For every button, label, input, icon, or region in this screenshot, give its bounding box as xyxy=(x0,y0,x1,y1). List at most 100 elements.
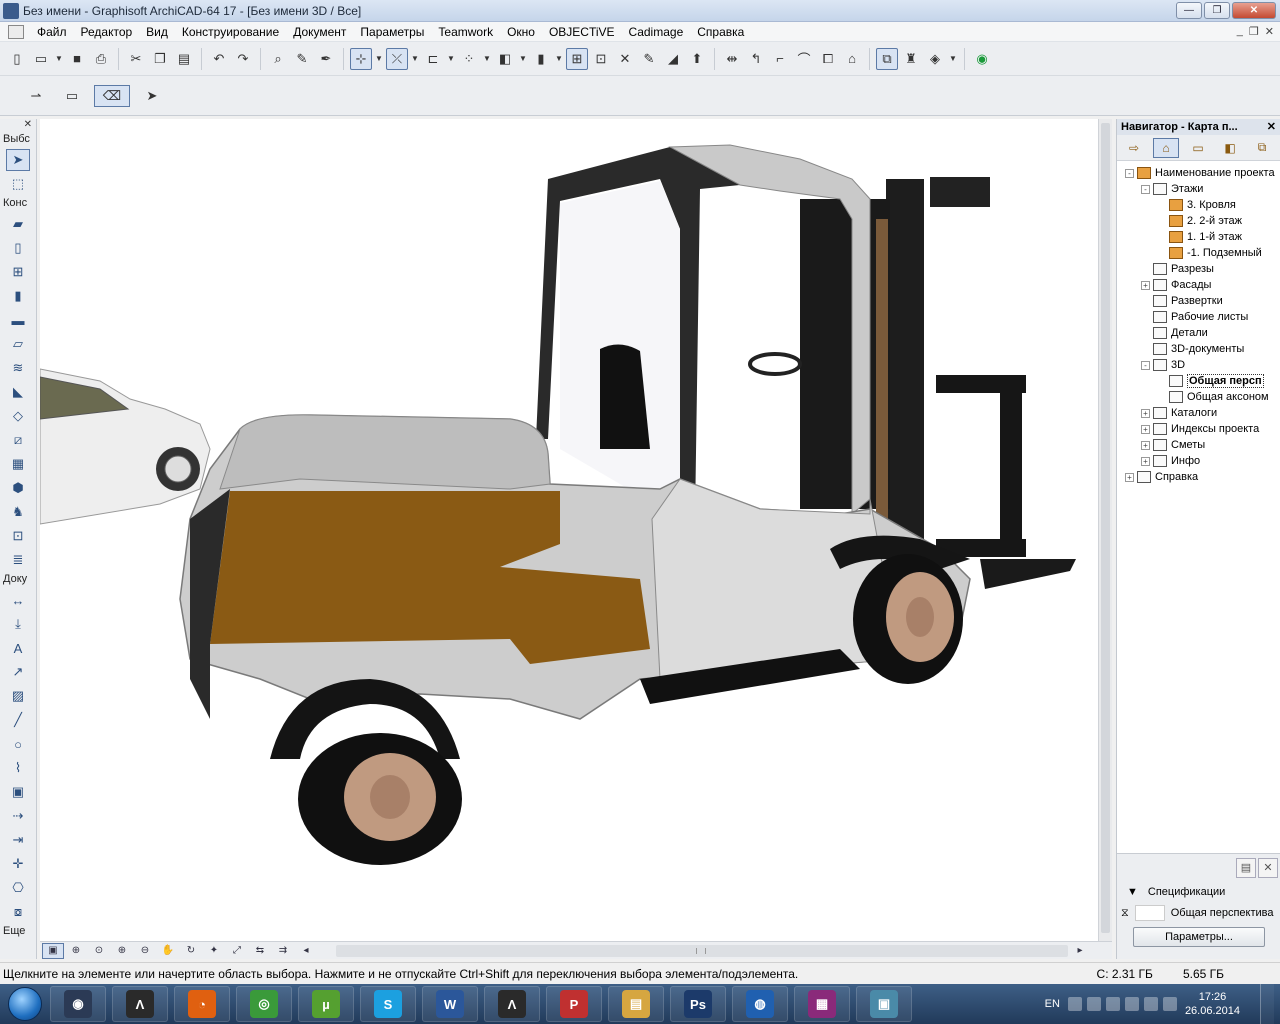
save-icon[interactable]: ■ xyxy=(66,48,88,70)
slab-tool-icon[interactable]: ▱ xyxy=(6,333,30,355)
expand-icon[interactable]: + xyxy=(1141,424,1150,434)
menu-teamwork[interactable]: Teamwork xyxy=(431,22,500,42)
trace-icon[interactable]: ⊞ xyxy=(566,47,588,70)
drawing-icon[interactable]: ✎ xyxy=(638,48,660,70)
taskbar-app-archicad-2[interactable]: Λ xyxy=(484,986,540,1022)
label-tool-icon[interactable]: ↗ xyxy=(6,661,30,683)
column-tool-icon[interactable]: ▮ xyxy=(6,285,30,307)
render-icon[interactable]: ◈ xyxy=(924,48,946,70)
tree-item[interactable]: + Индексы проекта xyxy=(1117,421,1280,437)
language-indicator[interactable]: EN xyxy=(1045,998,1060,1010)
start-button[interactable] xyxy=(0,984,50,1024)
project-map-tab-icon[interactable]: ⌂ xyxy=(1153,137,1179,158)
redo-icon[interactable]: ↷ xyxy=(232,48,254,70)
doc-close-button[interactable]: ✕ xyxy=(1265,25,1274,38)
menu-objective[interactable]: OBJECTiVE xyxy=(542,22,622,42)
next-zoom-icon[interactable]: ⇉ xyxy=(272,943,294,959)
layers-icon[interactable]: ◧ xyxy=(494,48,516,70)
tree-item[interactable]: + Каталоги xyxy=(1117,405,1280,421)
copy-icon[interactable]: ❐ xyxy=(149,48,171,70)
gravity-dropdown-icon[interactable]: ▼ xyxy=(446,48,456,70)
tree-item[interactable]: Развертки xyxy=(1117,293,1280,309)
fit-icon[interactable]: ⤢ xyxy=(226,943,248,959)
marquee-tool-icon[interactable]: ⬚ xyxy=(6,173,30,195)
marquee-mode-icon[interactable]: ⌫ xyxy=(94,84,130,107)
beam-tool-icon[interactable]: ▬ xyxy=(6,309,30,331)
gravity-icon[interactable]: ⊏ xyxy=(422,48,444,70)
doc-restore-button[interactable]: ❐ xyxy=(1249,25,1259,38)
menu-options[interactable]: Параметры xyxy=(353,22,431,42)
clock[interactable]: 17:26 26.06.2014 xyxy=(1185,990,1240,1018)
grid-snap-icon[interactable]: ⊹ xyxy=(350,47,372,70)
collapse-icon[interactable]: - xyxy=(1125,168,1134,178)
toolbox-section-more[interactable]: Еще xyxy=(0,923,36,939)
hotspot-tool-icon[interactable]: ✛ xyxy=(6,853,30,875)
navigator-close-icon[interactable]: ✕ xyxy=(1267,119,1280,135)
tray-arrow-icon[interactable] xyxy=(1105,997,1120,1011)
tree-item[interactable]: 3. Кровля xyxy=(1117,197,1280,213)
open-file-icon[interactable]: ▭ xyxy=(30,48,52,70)
tray-help-icon[interactable] xyxy=(1086,997,1101,1011)
vertical-scrollbar[interactable] xyxy=(1098,119,1112,941)
zoom-in-icon[interactable]: ⊕ xyxy=(111,943,133,959)
inject-parameters-icon[interactable]: ✒ xyxy=(315,48,337,70)
orbit-icon[interactable]: ↻ xyxy=(180,943,202,959)
open-dropdown-icon[interactable]: ▼ xyxy=(54,48,64,70)
tree-item[interactable]: Рабочие листы xyxy=(1117,309,1280,325)
tree-item[interactable]: + Справка xyxy=(1117,469,1280,485)
mesh-tool-icon[interactable]: ≣ xyxy=(6,549,30,571)
3d-window-icon[interactable]: ⧉ xyxy=(876,47,898,70)
curtain-wall-tool-icon[interactable]: ▦ xyxy=(6,453,30,475)
menu-help[interactable]: Справка xyxy=(690,22,751,42)
expand-icon[interactable]: + xyxy=(1141,408,1150,418)
3d-style-icon[interactable]: ♜ xyxy=(900,48,922,70)
arrow-tool-icon[interactable]: ➤ xyxy=(6,149,30,171)
fillet-icon[interactable]: ⌒ xyxy=(793,48,815,70)
stair-tool-icon[interactable]: ≋ xyxy=(6,357,30,379)
shell-tool-icon[interactable]: ◇ xyxy=(6,405,30,427)
cut-icon[interactable]: ✂ xyxy=(125,48,147,70)
tray-volume-icon[interactable] xyxy=(1162,997,1177,1011)
tree-item[interactable]: Разрезы xyxy=(1117,261,1280,277)
section-tool-icon[interactable]: ⇢ xyxy=(6,805,30,827)
tree-item[interactable]: - Этажи xyxy=(1117,181,1280,197)
taskbar-app-utorrent[interactable]: µ xyxy=(298,986,354,1022)
taskbar-app-winrar[interactable]: ▦ xyxy=(794,986,850,1022)
guides-dropdown-icon[interactable]: ▼ xyxy=(410,48,420,70)
camera-icon[interactable]: ⊙ xyxy=(88,943,110,959)
new-view-icon[interactable]: ▤ xyxy=(1236,858,1256,878)
tree-item[interactable]: - 3D xyxy=(1117,357,1280,373)
minimize-button[interactable]: — xyxy=(1176,2,1202,19)
layers-dropdown-icon[interactable]: ▼ xyxy=(518,48,528,70)
tray-network-icon[interactable] xyxy=(1143,997,1158,1011)
guides-icon[interactable]: ⤫ xyxy=(386,47,408,70)
undo-icon[interactable]: ↶ xyxy=(208,48,230,70)
zoom-area-icon[interactable]: ⊕ xyxy=(65,943,87,959)
specifications-header[interactable]: ▼ Спецификации xyxy=(1117,878,1280,898)
teamwork-status-icon[interactable]: ◉ xyxy=(971,48,993,70)
document-icon[interactable] xyxy=(8,24,24,39)
tree-item[interactable]: Детали xyxy=(1117,325,1280,341)
toolbox-section-select[interactable]: Выбс xyxy=(0,131,36,147)
scroll-right-icon[interactable]: ▸ xyxy=(1069,943,1091,959)
menu-design[interactable]: Конструирование xyxy=(175,22,286,42)
cross-icon[interactable]: ✕ xyxy=(614,48,636,70)
measure-icon[interactable]: ⊡ xyxy=(590,48,612,70)
wall-tool-icon[interactable]: ▰ xyxy=(6,213,30,235)
new-file-icon[interactable]: ▯ xyxy=(6,48,28,70)
toolbox-close-icon[interactable]: ✕ xyxy=(0,119,36,131)
view-map-tab-icon[interactable]: ▭ xyxy=(1185,138,1211,158)
offset-icon[interactable]: ⧠ xyxy=(817,48,839,70)
marquee-icon[interactable]: ▮ xyxy=(530,48,552,70)
expand-icon[interactable]: + xyxy=(1141,280,1150,290)
zoom-out-icon[interactable]: ⊖ xyxy=(134,943,156,959)
window-tool-icon[interactable]: ⊞ xyxy=(6,261,30,283)
print-icon[interactable]: ⎙ xyxy=(90,48,112,70)
publisher-tab-icon[interactable]: ⧉ xyxy=(1249,138,1275,158)
taskbar-app-skype[interactable]: S xyxy=(360,986,416,1022)
show-desktop-button[interactable] xyxy=(1260,984,1274,1024)
taskbar-app-chrome[interactable]: ◎ xyxy=(236,986,292,1022)
taskbar-app-explorer[interactable]: ▤ xyxy=(608,986,664,1022)
taskbar-app-google-earth[interactable]: ◍ xyxy=(732,986,788,1022)
menu-window[interactable]: Окно xyxy=(500,22,542,42)
